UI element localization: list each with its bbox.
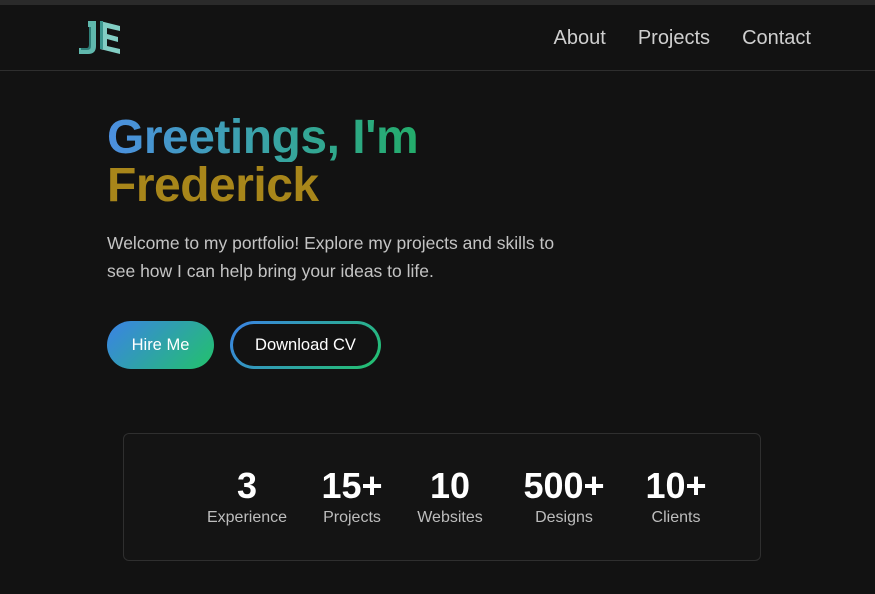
hero-description: Welcome to my portfolio! Explore my proj… xyxy=(107,233,555,281)
portfolio-page: About Projects Contact Greetings, I'm Fr… xyxy=(0,0,875,594)
stat-label: Experience xyxy=(206,509,288,526)
hire-me-button[interactable]: Hire Me xyxy=(107,321,214,369)
stat-designs: 500+ Designs xyxy=(514,466,614,530)
nav-projects-link[interactable]: Projects xyxy=(638,25,710,51)
hero-name: Frederick xyxy=(107,159,319,212)
stat-experience: 3 Experience xyxy=(200,466,294,530)
stat-value: 500+ xyxy=(523,465,605,506)
download-cv-button[interactable]: Download CV xyxy=(230,321,381,369)
logo-icon xyxy=(79,21,120,54)
stat-value: 10+ xyxy=(645,465,707,506)
nav-contact-link[interactable]: Contact xyxy=(742,25,811,51)
logo[interactable] xyxy=(76,18,122,58)
stat-clients: 10+ Clients xyxy=(636,466,716,530)
stat-value: 10 xyxy=(429,465,471,506)
stat-value: 3 xyxy=(236,465,258,506)
download-cv-label: Download CV xyxy=(233,324,378,366)
main-nav: About Projects Contact xyxy=(554,25,811,51)
hero-title: Greetings, I'm Frederick xyxy=(107,114,447,210)
stat-projects: 15+ Projects xyxy=(317,466,387,530)
site-header: About Projects Contact xyxy=(0,5,875,71)
nav-about-link[interactable]: About xyxy=(554,25,606,51)
stat-label: Designs xyxy=(535,509,593,526)
stat-websites: 10 Websites xyxy=(410,466,490,530)
stat-label: Websites xyxy=(417,509,483,526)
stat-value: 15+ xyxy=(321,465,383,506)
hero-greeting: Greetings, I'm xyxy=(107,114,447,162)
stats-panel: 3 Experience 15+ Projects 10 Websites 50… xyxy=(123,433,761,561)
stat-label: Clients xyxy=(651,509,701,526)
stat-label: Projects xyxy=(323,509,381,526)
